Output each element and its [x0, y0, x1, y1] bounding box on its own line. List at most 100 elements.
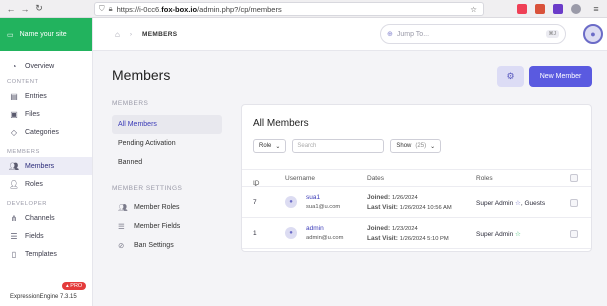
settings-button[interactable]: ⚙: [497, 66, 524, 87]
breadcrumb: ⌂ › MEMBERS: [115, 30, 177, 39]
member-roles: Super Admin ☆: [476, 231, 521, 238]
submenu-member-fields[interactable]: ☰ Member Fields: [112, 217, 222, 236]
sidebar-item-label: Overview: [25, 62, 55, 70]
lock-icon: 🔒︎: [108, 4, 113, 13]
show-filter[interactable]: Show (25) ⌄: [390, 139, 442, 153]
forward-icon[interactable]: →: [18, 2, 32, 16]
member-avatar: ●: [285, 196, 297, 208]
select-all-checkbox[interactable]: [570, 174, 578, 182]
last-visit-date: Last Visit: 1/26/2024 5:10 PM: [367, 235, 449, 242]
home-icon[interactable]: ⌂: [115, 30, 120, 39]
submenu-banned[interactable]: Banned: [112, 153, 222, 172]
image-icon: ▣: [10, 109, 18, 119]
sidebar-item-label: Entries: [25, 92, 47, 100]
jump-to-input[interactable]: ⊕ Jump To... ⌘J: [380, 24, 566, 44]
ban-icon: ⊘: [118, 241, 125, 250]
tags-icon: ◇: [10, 127, 18, 137]
last-visit-date: Last Visit: 1/26/2024 10:56 AM: [367, 204, 452, 211]
row-checkbox[interactable]: [570, 199, 578, 207]
panel-title: All Members: [253, 118, 309, 129]
extension-icon[interactable]: [571, 4, 581, 14]
joined-date: Joined: 1/26/2024: [367, 194, 418, 201]
members-heading: MEMBERS: [7, 149, 40, 155]
table-row[interactable]: 1 ● admin admin@u.com Joined: 1/23/2024 …: [242, 219, 591, 249]
jump-icon: ⊕: [387, 31, 393, 38]
back-icon[interactable]: ←: [4, 2, 18, 16]
submenu-ban-settings[interactable]: ⊘ Ban Settings: [112, 236, 222, 255]
sidebar-item-label: Channels: [25, 214, 55, 222]
content-heading: CONTENT: [7, 79, 39, 85]
submenu-pending-activation[interactable]: Pending Activation: [112, 134, 222, 153]
pro-badge-label: PRO: [70, 283, 83, 289]
chevron-down-icon: ⌄: [430, 143, 436, 150]
search-input[interactable]: Search: [292, 139, 385, 153]
member-username[interactable]: sua1: [306, 194, 320, 201]
page-title: Members: [112, 67, 171, 83]
column-dates[interactable]: Dates: [367, 175, 384, 182]
url-text: https://i-0cc6.fox-box.io/admin.php?/cp/…: [116, 4, 282, 14]
new-member-button[interactable]: New Member: [529, 66, 592, 87]
chevron-down-icon: ⌄: [275, 143, 281, 150]
list-icon: ☰: [10, 231, 18, 241]
members-submenu: MEMBERS All Members Pending Activation B…: [112, 100, 222, 255]
bookmark-star-icon[interactable]: ☆: [470, 5, 477, 14]
list-icon: ☰: [118, 222, 125, 231]
rocket-icon: ▴: [66, 283, 69, 289]
sidebar-item-roles[interactable]: 👤︎ Roles: [0, 175, 92, 193]
extension-icon[interactable]: [553, 4, 563, 14]
site-header[interactable]: ▭ Name your site: [0, 18, 92, 51]
gauge-icon: ◔: [11, 61, 17, 71]
submenu-member-roles[interactable]: 👥︎ Member Roles: [112, 198, 222, 217]
sidebar-item-label: Templates: [25, 250, 57, 258]
role-info-icon: ☆: [515, 231, 521, 238]
breadcrumb-current: MEMBERS: [142, 31, 178, 38]
member-id: 7: [253, 199, 257, 206]
jump-placeholder: Jump To...: [396, 30, 430, 38]
user-tag-icon: 👤︎: [8, 179, 20, 189]
row-checkbox[interactable]: [570, 230, 578, 238]
sidebar-item-label: Files: [25, 110, 40, 118]
members-panel: All Members Role ⌄ Search Show (25) ⌄ ID…: [241, 104, 592, 252]
sidebar-item-label: Roles: [25, 180, 43, 188]
site-name: Name your site: [19, 31, 67, 38]
users-icon: 👥︎: [118, 203, 128, 212]
sidebar-item-categories[interactable]: ◇ Categories: [0, 123, 92, 141]
menu-icon[interactable]: ≡: [589, 2, 603, 16]
extension-icon[interactable]: [535, 4, 545, 14]
sidebar-item-label: Categories: [25, 128, 59, 136]
sidebar-item-templates[interactable]: ▯ Templates: [0, 245, 92, 263]
jump-shortcut: ⌘J: [545, 30, 559, 38]
member-id: 1: [253, 230, 257, 237]
users-icon: 👥︎: [8, 161, 20, 171]
user-icon: ●: [590, 29, 596, 39]
sidebar-item-files[interactable]: ▣ Files: [0, 105, 92, 123]
member-username[interactable]: admin: [306, 225, 324, 232]
sidebar-item-channels[interactable]: ⋔ Channels: [0, 209, 92, 227]
sidebar-item-fields[interactable]: ☰ Fields: [0, 227, 92, 245]
sidebar-item-label: Members: [25, 162, 55, 170]
submenu-item-label: Ban Settings: [134, 242, 174, 249]
reload-icon[interactable]: ↻: [32, 2, 46, 16]
sidebar-item-overview[interactable]: ◔ Overview: [0, 57, 92, 75]
joined-date: Joined: 1/23/2024: [367, 225, 418, 232]
table-header: ID ⌄ Username Dates Roles: [242, 169, 591, 188]
pocket-icon[interactable]: [517, 4, 527, 14]
filter-bar: Role ⌄ Search Show (25) ⌄: [253, 139, 442, 153]
sidebar-item-entries[interactable]: ▤ Entries: [0, 87, 92, 105]
submenu-all-members[interactable]: All Members: [112, 115, 222, 134]
member-roles: Super Admin ☆, Guests: [476, 200, 546, 207]
browser-toolbar: ← → ↻ ⛉ 🔒︎ https://i-0cc6.fox-box.io/adm…: [0, 0, 607, 18]
address-bar[interactable]: ⛉ 🔒︎ https://i-0cc6.fox-box.io/admin.php…: [94, 2, 484, 16]
member-email: sua1@u.com: [306, 204, 341, 210]
member-settings-heading: MEMBER SETTINGS: [112, 185, 183, 192]
developer-heading: DEVELOPER: [7, 201, 47, 207]
column-username[interactable]: Username: [285, 175, 315, 182]
column-roles[interactable]: Roles: [476, 175, 493, 182]
sidebar-item-members[interactable]: 👥︎ Members: [0, 157, 92, 175]
gear-icon: ⚙: [506, 71, 515, 81]
role-filter[interactable]: Role ⌄: [253, 139, 287, 153]
account-avatar[interactable]: ●: [583, 24, 603, 44]
top-bar: ⌂ › MEMBERS ⊕ Jump To... ⌘J ●: [93, 18, 607, 51]
table-row[interactable]: 7 ● sua1 sua1@u.com Joined: 1/26/2024 La…: [242, 188, 591, 218]
monitor-icon: ▭: [7, 31, 14, 39]
